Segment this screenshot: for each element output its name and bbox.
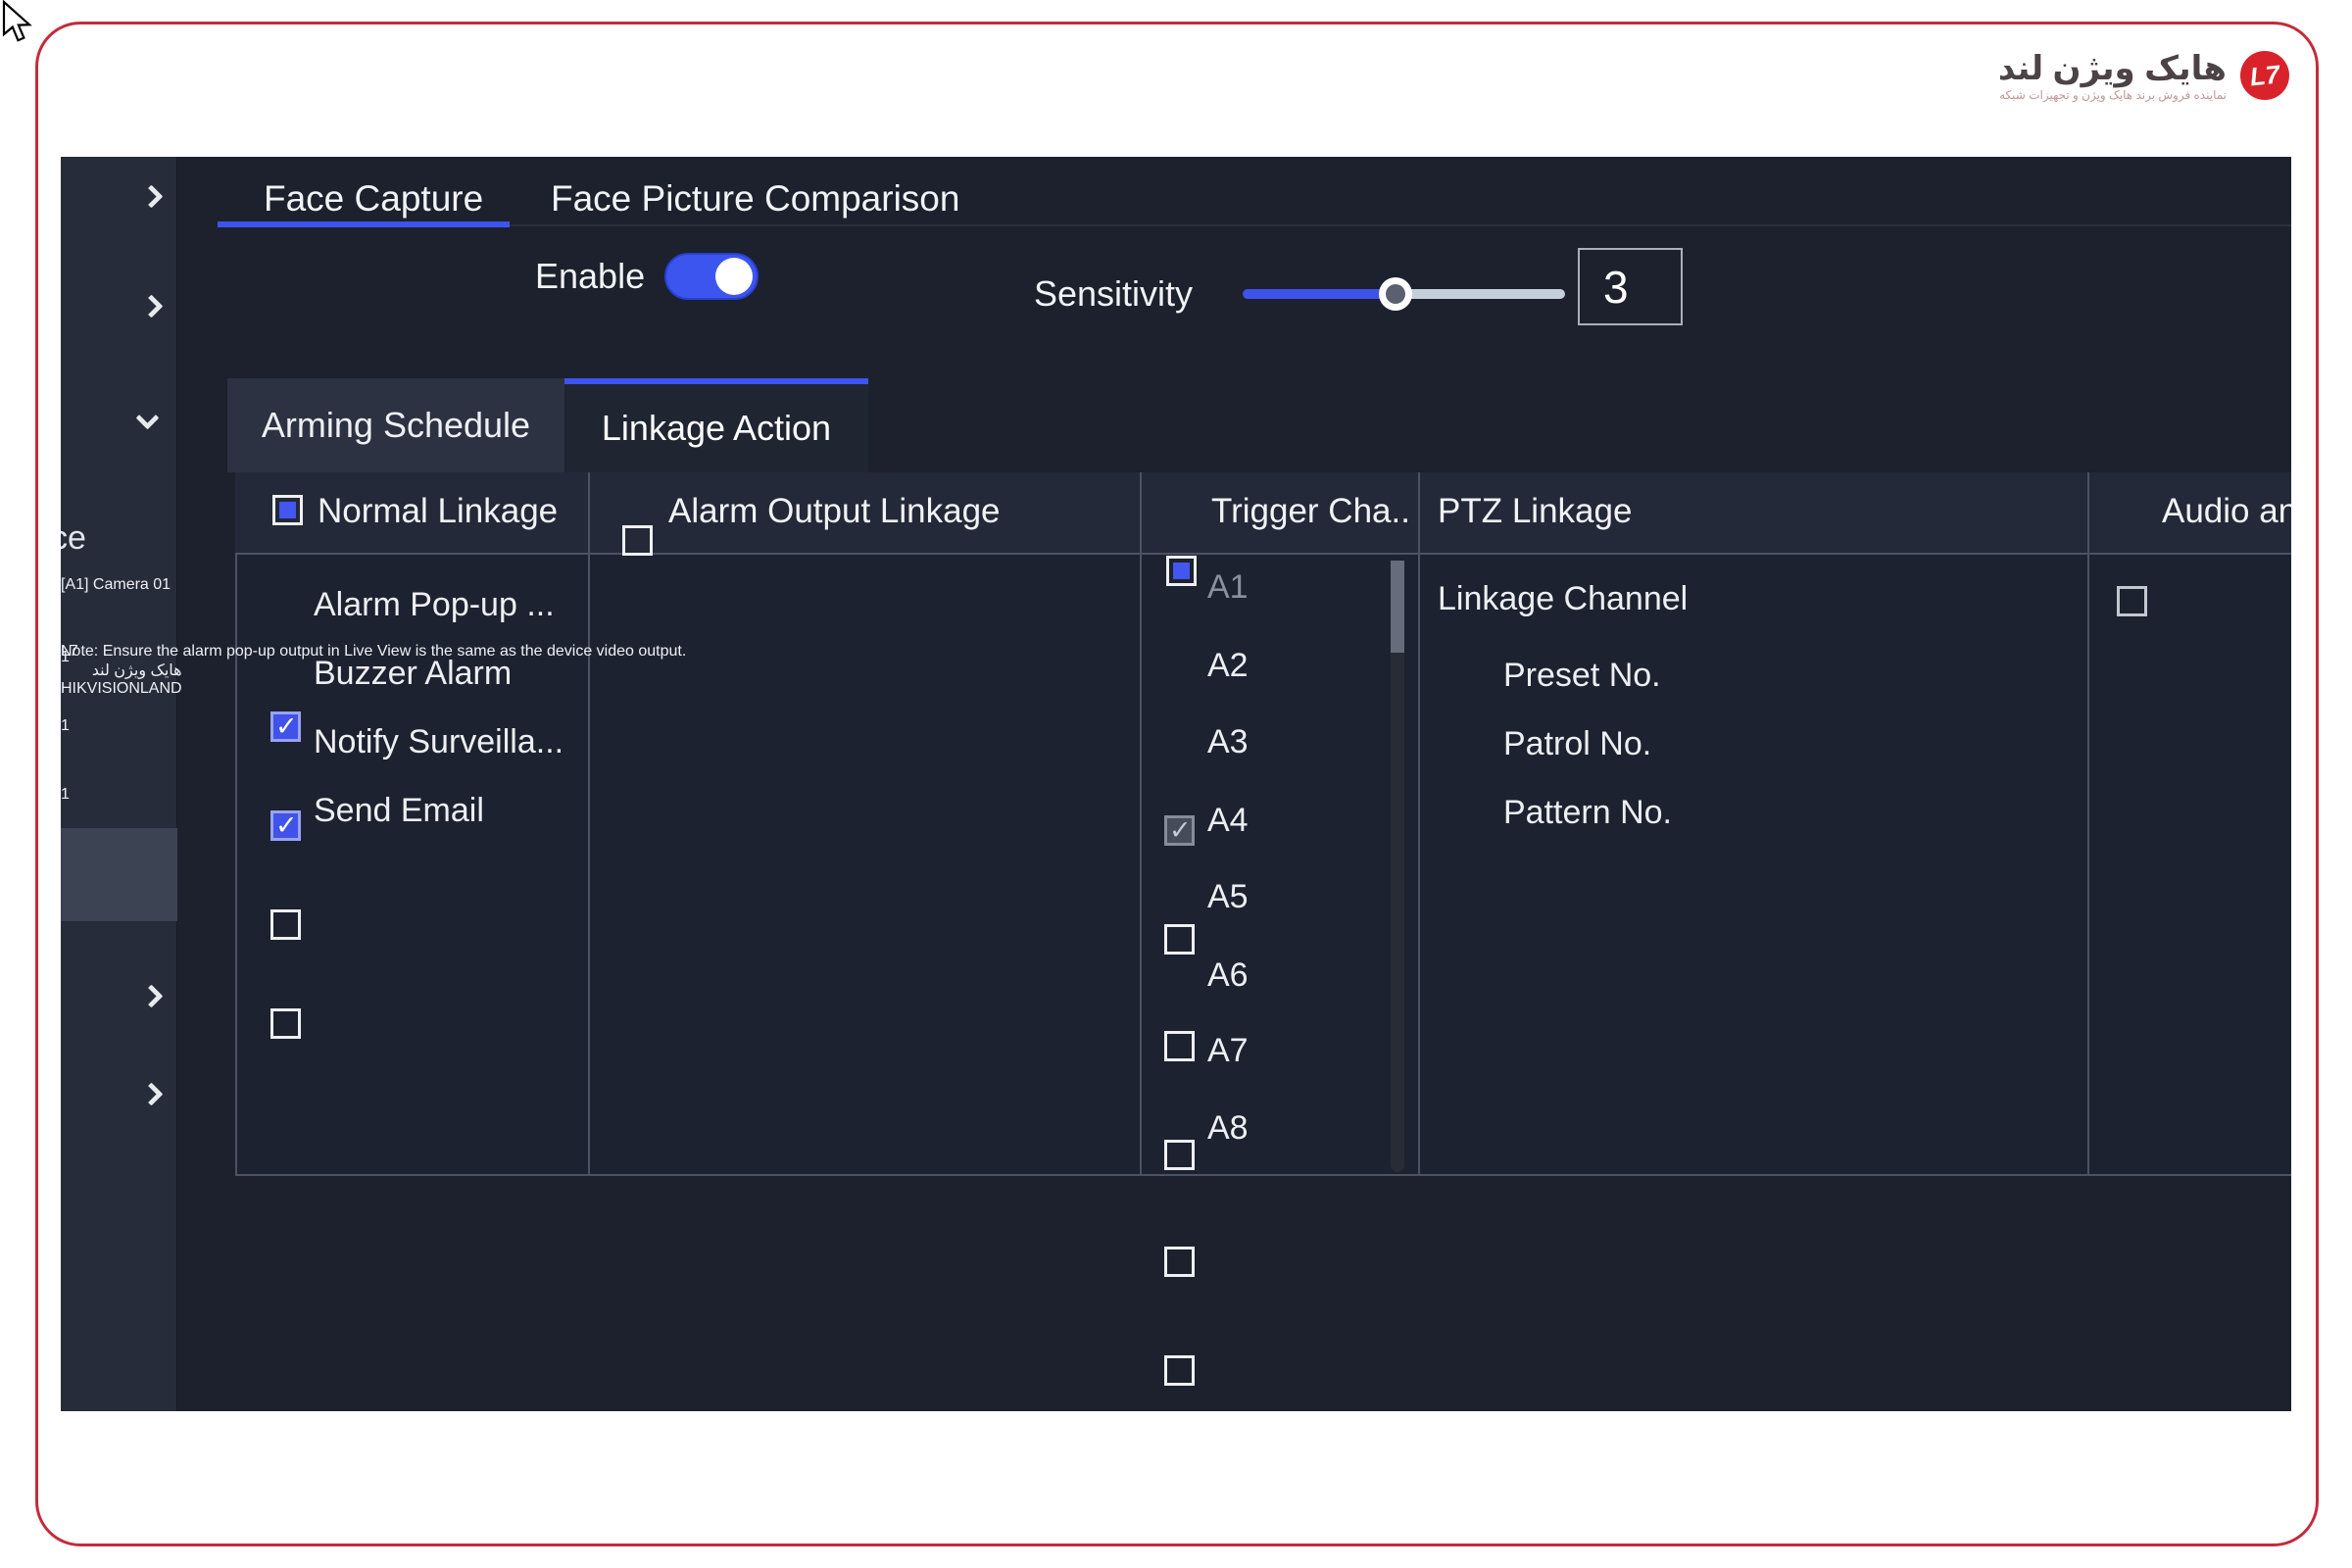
subtab-arming-schedule[interactable]: Arming Schedule (227, 378, 564, 472)
patrol-label: Patrol No. (1503, 725, 1651, 763)
brand-mark-icon: L7 (2238, 49, 2292, 103)
checkbox-channel-a3[interactable] (1164, 1031, 1195, 1061)
chevron-right-icon[interactable] (139, 184, 163, 208)
brand-logo: هایک ویژن لند نماینده فروش برند هایک ویژ… (1998, 51, 2289, 102)
subtab-linkage-action[interactable]: Linkage Action (564, 378, 868, 472)
column-header-ptz-linkage: PTZ Linkage (1438, 492, 1632, 531)
linkage-table (235, 472, 2291, 1176)
checkbox-channel-a2[interactable] (1164, 924, 1195, 955)
checkbox-channel-a4[interactable] (1164, 1140, 1195, 1170)
page: هایک ویژن لند نماینده فروش برند هایک ویژ… (0, 0, 2352, 1568)
chevron-right-icon[interactable] (139, 984, 163, 1007)
pattern-select: 1 (61, 786, 70, 804)
trigger-scrollbar-thumb[interactable] (1391, 561, 1404, 653)
sidebar-selected-item[interactable] (61, 828, 177, 921)
column-header-alarm-output-linkage: Alarm Output Linkage (668, 492, 1001, 531)
brand-subtitle: نماینده فروش برند هایک ویژن و تجهیزات شب… (1998, 88, 2227, 102)
linkage-channel-value: [A1] Camera 01 (61, 576, 171, 593)
brand-title: هایک ویژن لند (1998, 51, 2227, 86)
checkbox-send-email[interactable] (270, 1008, 301, 1039)
tab-face-capture[interactable]: Face Capture (264, 176, 483, 221)
column-divider (2087, 472, 2089, 1176)
linkage-channel-select[interactable]: [A1] Camera 01 (61, 576, 171, 594)
active-tab-underline (218, 221, 510, 227)
tab-face-picture-comparison[interactable]: Face Picture Comparison (551, 176, 959, 221)
normal-linkage-header-checkbox[interactable] (272, 495, 303, 525)
checkbox-channel-a6[interactable] (1164, 1355, 1195, 1386)
linkage-channel-label: Linkage Channel (1438, 580, 1688, 618)
column-header-audio: Audio an (2162, 492, 2291, 531)
toggle-knob (715, 258, 753, 295)
trigger-channel-header-checkbox[interactable] (1166, 556, 1197, 586)
watermark-fa: هایک ویژن لند (61, 661, 182, 680)
row-label-a7: A7 (1207, 1032, 1249, 1070)
chevron-right-icon[interactable] (139, 294, 163, 318)
column-divider (588, 472, 590, 1176)
checkbox-buzzer-alarm[interactable] (270, 810, 301, 841)
sensitivity-slider-track[interactable] (1396, 289, 1565, 299)
sensitivity-label: Sensitivity (1034, 272, 1193, 316)
mouse-cursor (0, 0, 41, 45)
sidebar-item-label-clipped[interactable]: ce (61, 519, 86, 558)
row-label-notify-surveillance: Notify Surveilla... (314, 723, 564, 761)
enable-label: Enable (535, 255, 645, 298)
tabs-divider (218, 224, 2291, 226)
row-label-a5: A5 (1207, 878, 1249, 916)
row-label-a2: A2 (1207, 647, 1249, 685)
watermark-mark-icon: L7 (61, 643, 182, 661)
alarm-output-header-checkbox[interactable] (622, 525, 653, 556)
row-label-a4: A4 (1207, 802, 1249, 840)
column-divider (1418, 472, 1420, 1176)
row-label-alarm-popup: Alarm Pop-up ... (314, 586, 555, 624)
sidebar (61, 157, 177, 1411)
sensitivity-slider-knob[interactable] (1379, 277, 1412, 311)
column-divider (1140, 472, 1142, 1176)
row-label-a6: A6 (1207, 956, 1249, 995)
chevron-down-icon[interactable] (135, 406, 159, 429)
checkbox-alarm-popup[interactable] (270, 711, 301, 742)
checkbox-channel-a1 (1164, 815, 1195, 846)
sensitivity-slider-fill (1243, 289, 1396, 299)
row-label-a1: A1 (1207, 568, 1249, 607)
enable-toggle[interactable] (664, 253, 759, 300)
row-label-a3: A3 (1207, 723, 1249, 761)
patrol-value: 1 (61, 717, 70, 734)
settings-panel: ce Face Capture Face Picture Comparison … (61, 157, 2291, 1411)
watermark-en: HIKVISIONLAND (61, 680, 182, 698)
pattern-label: Pattern No. (1503, 794, 1672, 832)
row-label-send-email: Send Email (314, 792, 484, 830)
chevron-right-icon[interactable] (139, 1082, 163, 1105)
patrol-select: 1 (61, 717, 70, 735)
checkbox-notify-surveillance[interactable] (270, 909, 301, 940)
column-header-normal-linkage: Normal Linkage (318, 492, 558, 531)
row-label-a8: A8 (1207, 1109, 1249, 1148)
watermark: L7 هایک ویژن لند HIKVISIONLAND (61, 643, 182, 698)
checkbox-channel-a5[interactable] (1164, 1247, 1195, 1277)
column-header-trigger-channel: Trigger Cha... (1211, 492, 1412, 531)
pattern-value: 1 (61, 786, 70, 803)
audio-header-checkbox[interactable] (2117, 586, 2147, 616)
sensitivity-value-box[interactable]: 3 (1578, 248, 1683, 325)
preset-label: Preset No. (1503, 657, 1661, 695)
